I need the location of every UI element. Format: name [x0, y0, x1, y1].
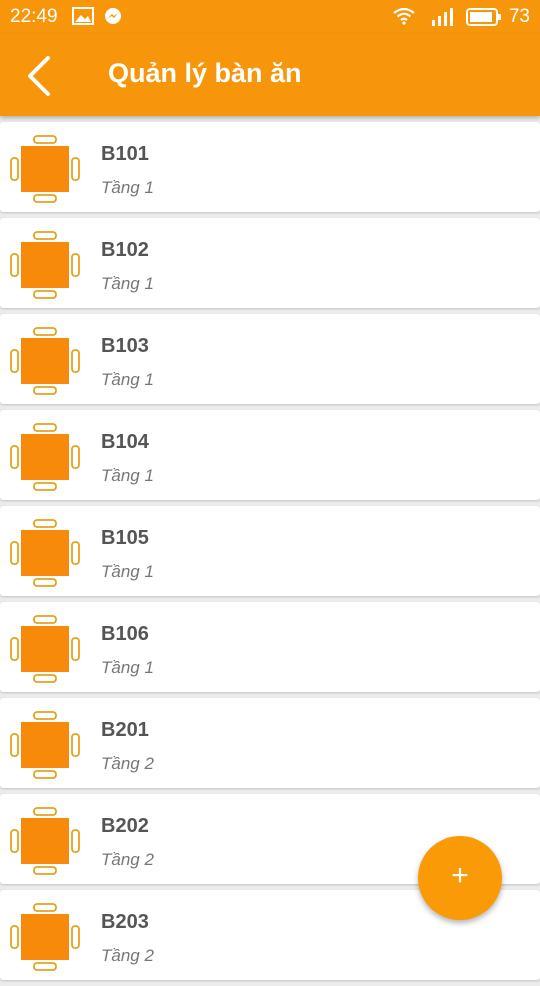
image-icon — [72, 7, 94, 25]
dining-table-icon — [10, 902, 80, 977]
messenger-icon — [105, 8, 121, 24]
table-row[interactable]: B102 Tầng 1 — [0, 218, 540, 308]
table-name: B103 — [101, 335, 149, 357]
table-name: B105 — [101, 527, 149, 549]
table-floor: Tầng 1 — [101, 466, 154, 485]
table-row[interactable]: B101 Tầng 1 — [0, 122, 540, 212]
battery-level: 73 — [508, 6, 530, 27]
table-name: B201 — [101, 719, 149, 741]
back-arrow-icon[interactable] — [22, 54, 62, 98]
table-row[interactable]: B105 Tầng 1 — [0, 506, 540, 596]
table-name: B104 — [101, 431, 149, 453]
wifi-icon — [393, 7, 415, 25]
dining-table-icon — [10, 326, 80, 401]
dining-table-icon — [10, 614, 80, 689]
page-title: Quản lý bàn ăn — [108, 58, 302, 88]
battery-icon — [466, 8, 501, 26]
table-floor: Tầng 2 — [101, 754, 154, 773]
dining-table-icon — [10, 230, 80, 305]
table-name: B202 — [101, 815, 149, 837]
table-floor: Tầng 1 — [101, 274, 154, 293]
dining-table-icon — [10, 134, 80, 209]
table-floor: Tầng 2 — [101, 946, 154, 965]
table-row[interactable]: B106 Tầng 1 — [0, 602, 540, 692]
app-bar: Quản lý bàn ăn — [0, 34, 540, 116]
table-floor: Tầng 1 — [101, 562, 154, 581]
table-name: B203 — [101, 911, 149, 933]
table-floor: Tầng 1 — [101, 178, 154, 197]
table-floor: Tầng 1 — [101, 370, 154, 389]
signal-icon — [432, 8, 453, 26]
dining-table-icon — [10, 710, 80, 785]
table-name: B102 — [101, 239, 149, 261]
dining-table-icon — [10, 422, 80, 497]
table-floor: Tầng 1 — [101, 658, 154, 677]
status-time: 22:49 — [10, 6, 58, 27]
table-name: B101 — [101, 143, 149, 165]
table-name: B106 — [101, 623, 149, 645]
dining-table-icon — [10, 518, 80, 593]
status-bar: 22:49 73 — [0, 0, 540, 34]
table-floor: Tầng 2 — [101, 850, 154, 869]
table-row[interactable]: B201 Tầng 2 — [0, 698, 540, 788]
table-row[interactable]: B104 Tầng 1 — [0, 410, 540, 500]
add-table-button[interactable]: + — [418, 836, 502, 920]
table-row[interactable]: B103 Tầng 1 — [0, 314, 540, 404]
dining-table-icon — [10, 806, 80, 881]
